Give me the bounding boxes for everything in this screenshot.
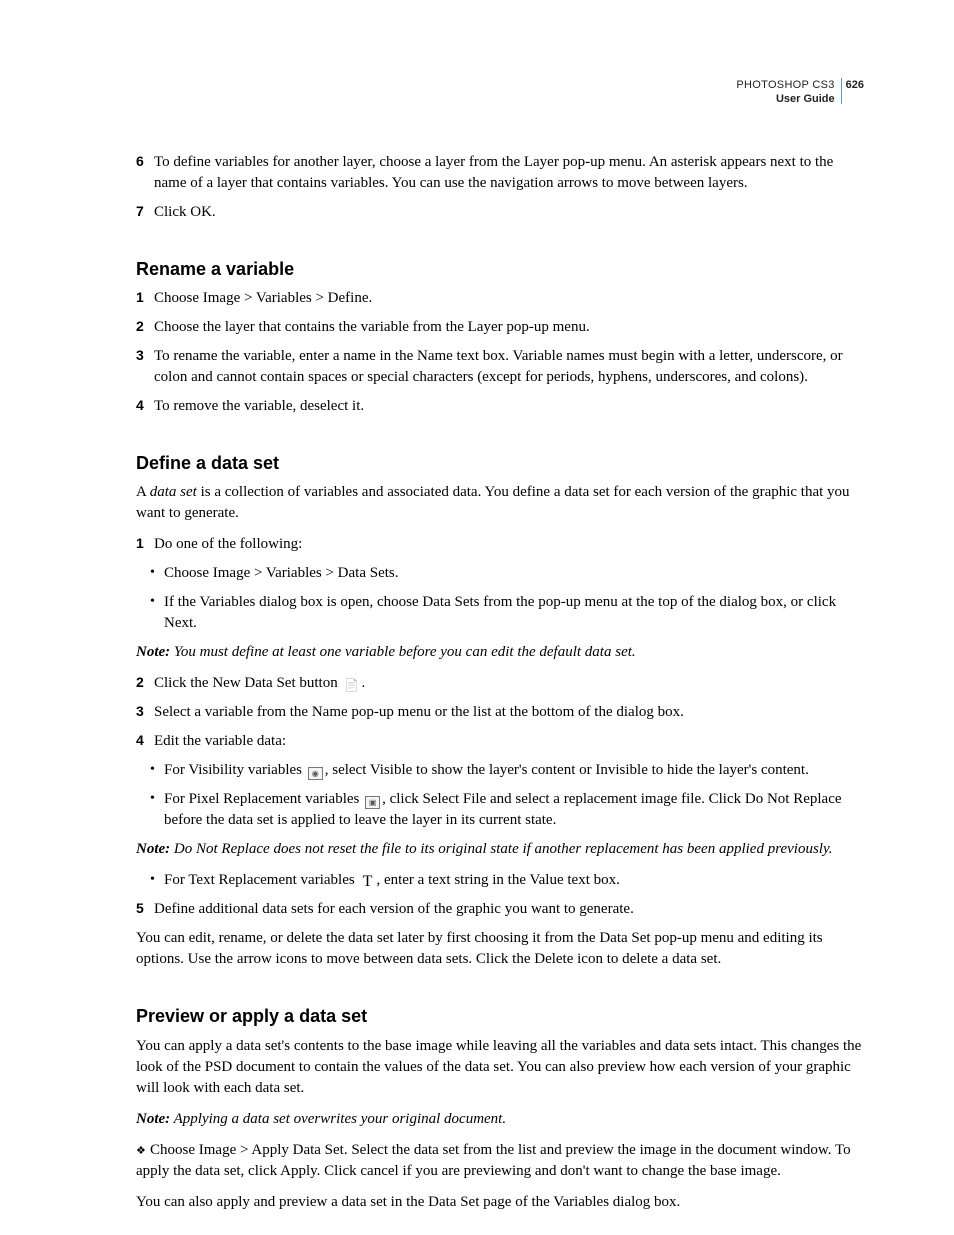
step-text: To rename the variable, enter a name in … xyxy=(154,346,864,388)
bullet-text: If the Variables dialog box is open, cho… xyxy=(164,592,864,634)
step-text: Do one of the following: xyxy=(154,534,864,555)
rename-step-1: 1 Choose Image > Variables > Define. xyxy=(136,288,864,309)
step-number: 2 xyxy=(136,317,154,338)
bullet4c-text-b: , enter a text string in the Value text … xyxy=(376,872,619,888)
note-text: Applying a data set overwrites your orig… xyxy=(170,1111,506,1127)
page: PHOTOSHOP CS3 User Guide 626 6 To define… xyxy=(0,0,954,1235)
new-data-set-icon xyxy=(343,680,359,693)
define-step-3: 3 Select a variable from the Name pop-up… xyxy=(136,702,864,723)
bullet4a-text-a: For Visibility variables xyxy=(164,762,306,778)
step-number: 1 xyxy=(136,288,154,309)
bullet4b-text-a: For Pixel Replacement variables xyxy=(164,791,363,807)
note-text: You must define at least one variable be… xyxy=(170,644,635,660)
step-number: 5 xyxy=(136,899,154,920)
define-bullet-1b: • If the Variables dialog box is open, c… xyxy=(136,592,864,634)
product-name: PHOTOSHOP CS3 xyxy=(736,79,834,91)
page-number: 626 xyxy=(846,78,864,92)
define-bullet-4c: • For Text Replacement variables , enter… xyxy=(136,870,864,891)
step-number: 3 xyxy=(136,346,154,388)
bullet-dot: • xyxy=(150,760,164,781)
step-number: 1 xyxy=(136,534,154,555)
bullet-dot: • xyxy=(150,563,164,584)
step-number: 6 xyxy=(136,152,154,194)
heading-rename: Rename a variable xyxy=(136,257,864,282)
visibility-icon xyxy=(308,767,323,780)
rename-step-2: 2 Choose the layer that contains the var… xyxy=(136,317,864,338)
note-label: Note: xyxy=(136,1111,170,1127)
define-step-1: 1 Do one of the following: xyxy=(136,534,864,555)
note-label: Note: xyxy=(136,644,170,660)
step-text: Click the New Data Set button . xyxy=(154,673,864,694)
note-text: Do Not Replace does not reset the file t… xyxy=(170,841,832,857)
intro-term: data set xyxy=(150,484,197,500)
heading-preview: Preview or apply a data set xyxy=(136,1004,864,1029)
define-note-1: Note: You must define at least one varia… xyxy=(136,642,864,663)
step-number: 7 xyxy=(136,202,154,223)
bullet-text: For Pixel Replacement variables , click … xyxy=(164,789,864,831)
diamond-text: Choose Image > Apply Data Set. Select th… xyxy=(136,1142,851,1179)
note-label: Note: xyxy=(136,841,170,857)
intro-text-b: is a collection of variables and associa… xyxy=(136,484,850,521)
bullet-text: For Text Replacement variables , enter a… xyxy=(164,870,864,891)
step-number: 4 xyxy=(136,396,154,417)
step-text: Select a variable from the Name pop-up m… xyxy=(154,702,864,723)
text-replacement-icon xyxy=(360,875,374,888)
pixel-replacement-icon xyxy=(365,796,380,809)
preview-p3: You can also apply and preview a data se… xyxy=(136,1192,864,1213)
preview-note: Note: Applying a data set overwrites you… xyxy=(136,1109,864,1130)
define-bullet-1a: • Choose Image > Variables > Data Sets. xyxy=(136,563,864,584)
page-header: PHOTOSHOP CS3 User Guide 626 xyxy=(736,78,864,107)
bullet-dot: • xyxy=(150,592,164,634)
bullet-dot: • xyxy=(150,870,164,891)
bullet-dot: • xyxy=(150,789,164,831)
rename-step-4: 4 To remove the variable, deselect it. xyxy=(136,396,864,417)
define-note-2: Note: Do Not Replace does not reset the … xyxy=(136,839,864,860)
define-bullet-4b: • For Pixel Replacement variables , clic… xyxy=(136,789,864,831)
bullet4c-text-a: For Text Replacement variables xyxy=(164,872,358,888)
bullet-text: For Visibility variables , select Visibl… xyxy=(164,760,864,781)
step2-text-b: . xyxy=(361,675,365,691)
step-text: Choose Image > Variables > Define. xyxy=(154,288,864,309)
define-step-5: 5 Define additional data sets for each v… xyxy=(136,899,864,920)
header-rule xyxy=(841,78,842,104)
define-bullet-4a: • For Visibility variables , select Visi… xyxy=(136,760,864,781)
step-text: To remove the variable, deselect it. xyxy=(154,396,864,417)
step-text: Edit the variable data: xyxy=(154,731,864,752)
define-intro: A data set is a collection of variables … xyxy=(136,482,864,524)
step-6: 6 To define variables for another layer,… xyxy=(136,152,864,194)
preview-diamond-item: Choose Image > Apply Data Set. Select th… xyxy=(136,1140,864,1182)
step-text: Define additional data sets for each ver… xyxy=(154,899,864,920)
define-step-2: 2 Click the New Data Set button . xyxy=(136,673,864,694)
step-text: Click OK. xyxy=(154,202,864,223)
step-number: 2 xyxy=(136,673,154,694)
bullet4a-text-b: , select Visible to show the layer's con… xyxy=(325,762,809,778)
step-number: 3 xyxy=(136,702,154,723)
step-text: Choose the layer that contains the varia… xyxy=(154,317,864,338)
intro-text-a: A xyxy=(136,484,150,500)
rename-step-3: 3 To rename the variable, enter a name i… xyxy=(136,346,864,388)
doc-type: User Guide xyxy=(736,92,834,106)
preview-p1: You can apply a data set's contents to t… xyxy=(136,1036,864,1099)
step-7: 7 Click OK. xyxy=(136,202,864,223)
define-outro: You can edit, rename, or delete the data… xyxy=(136,928,864,970)
page-content: 6 To define variables for another layer,… xyxy=(136,152,864,1213)
step-text: To define variables for another layer, c… xyxy=(154,152,864,194)
define-step-4: 4 Edit the variable data: xyxy=(136,731,864,752)
step2-text-a: Click the New Data Set button xyxy=(154,675,341,691)
bullet-text: Choose Image > Variables > Data Sets. xyxy=(164,563,864,584)
step-number: 4 xyxy=(136,731,154,752)
heading-define: Define a data set xyxy=(136,451,864,476)
diamond-bullet-icon xyxy=(136,1140,144,1161)
